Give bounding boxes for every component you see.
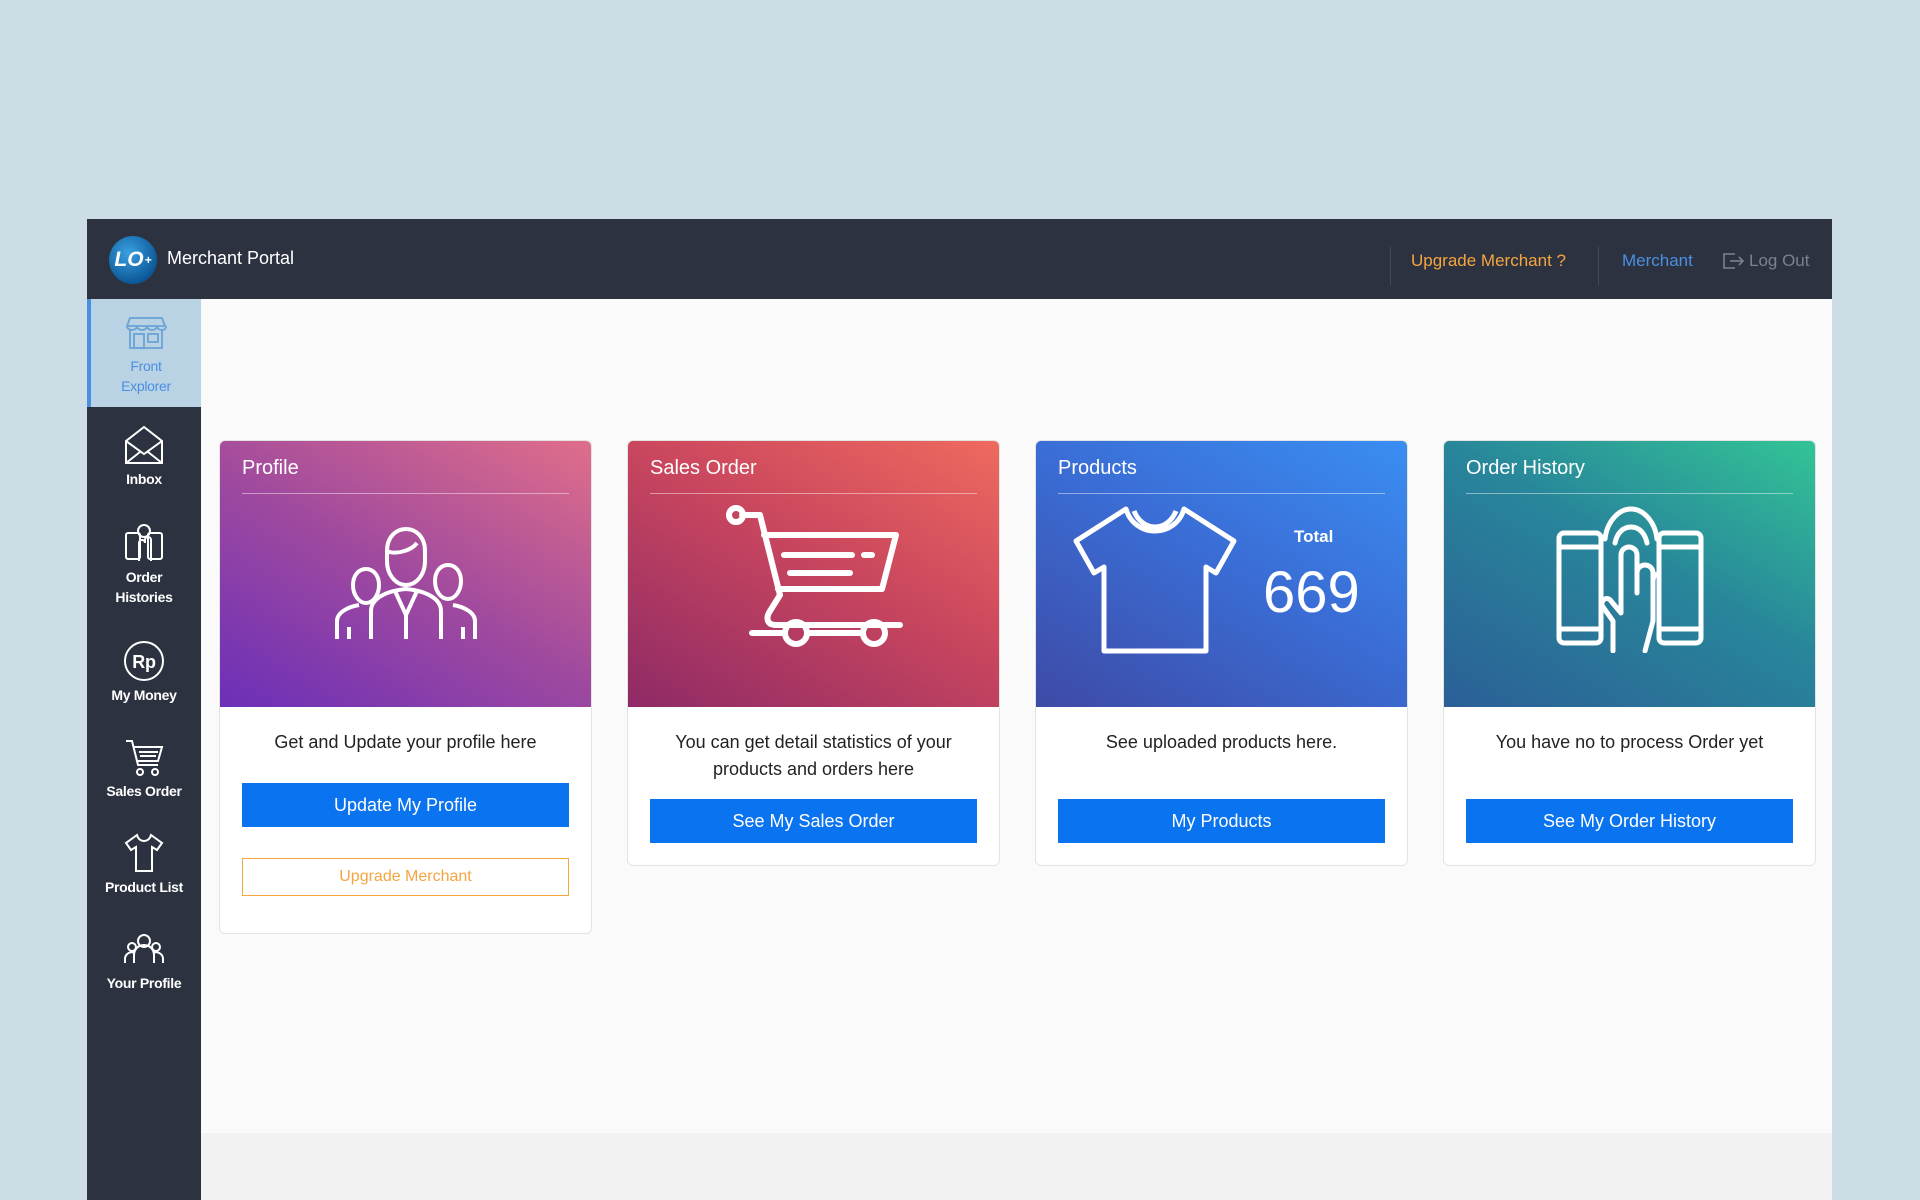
card-description: You can get detail statistics of your pr… [675,732,952,779]
logo-text: LO [114,248,144,271]
total-products-count: 669 [1263,560,1360,625]
dashboard-content: Profile Get and Update your profile here… [201,299,1832,1133]
sidebar-item-my-money[interactable]: Rp My Money [87,639,201,705]
sidebar-item-label: Front Explorer [121,358,171,394]
logout-button[interactable]: Log Out [1721,251,1810,271]
sales-order-card-header: Sales Order [628,441,999,707]
divider [1466,493,1793,494]
card-title: Profile [242,457,299,479]
sidebar-item-sales-order[interactable]: Sales Order [87,735,201,801]
card-title: Products [1058,457,1137,479]
see-sales-order-button[interactable]: See My Sales Order [650,799,977,843]
card-description: See uploaded products here. [1105,732,1338,752]
sidebar-item-label: Your Profile [106,975,182,991]
sidebar-item-front-explorer[interactable]: Front Explorer [87,299,201,407]
rupiah-coin-icon: Rp [124,641,164,681]
card-title: Sales Order [650,457,757,479]
shopping-cart-icon [725,505,903,647]
divider [1598,247,1599,285]
app-title: Merchant Portal [167,248,295,268]
profile-card: Profile Get and Update your profile here… [219,440,592,934]
sales-order-card: Sales Order You can get detail statistic… [627,440,1000,866]
total-label: Total [1294,527,1334,546]
order-history-card: Order History You have no to process Ord… [1443,440,1816,866]
logo[interactable]: LO + [109,236,157,284]
update-profile-button[interactable]: Update My Profile [242,783,569,827]
my-products-button[interactable]: My Products [1058,799,1385,843]
order-histories-icon [125,524,163,561]
upgrade-merchant-link[interactable]: Upgrade Merchant ? [1411,251,1566,271]
sidebar-item-label: My Money [111,687,177,703]
products-card: Products Total 669 See uploaded products… [1035,440,1408,866]
logout-label: Log Out [1749,251,1810,270]
upgrade-merchant-button[interactable]: Upgrade Merchant [242,858,569,896]
tshirt-icon [124,833,164,872]
divider [242,493,569,494]
sidebar: Front Explorer Inbox Order Histories Rp … [87,299,201,1200]
order-history-card-header: Order History [1444,441,1815,707]
merchant-user-link[interactable]: Merchant [1622,251,1693,271]
sidebar-item-inbox[interactable]: Inbox [87,423,201,489]
divider [1058,493,1385,494]
team-icon [124,934,164,963]
profile-card-header: Profile [220,441,591,707]
card-description: You have no to process Order yet [1495,732,1764,752]
divider [650,493,977,494]
tshirt-icon [1073,506,1237,654]
team-icon [334,527,477,639]
logout-icon [1723,253,1745,269]
sidebar-item-order-histories[interactable]: Order Histories [87,521,201,607]
sidebar-item-your-profile[interactable]: Your Profile [87,927,201,993]
divider [1390,247,1391,285]
sidebar-item-label: Sales Order [106,783,182,799]
svg-text:Rp: Rp [132,652,156,672]
card-title: Order History [1466,457,1585,479]
products-card-header: Products Total 669 [1036,441,1407,707]
merchant-portal-window: LO + Merchant Portal Upgrade Merchant ? M… [87,219,1832,1200]
sidebar-item-product-list[interactable]: Product List [87,831,201,897]
storefront-icon [125,317,167,349]
tablet-touch-icon [1556,506,1703,653]
card-description: Get and Update your profile here [274,732,537,752]
top-bar: LO + Merchant Portal Upgrade Merchant ? M… [87,219,1832,299]
sidebar-item-label: Inbox [126,471,162,487]
shopping-cart-icon [126,740,164,776]
sidebar-item-label: Order Histories [115,569,173,605]
sidebar-item-label: Product List [104,879,184,895]
footer-band [201,1133,1832,1200]
envelope-icon [125,425,163,464]
see-order-history-button[interactable]: See My Order History [1466,799,1793,843]
